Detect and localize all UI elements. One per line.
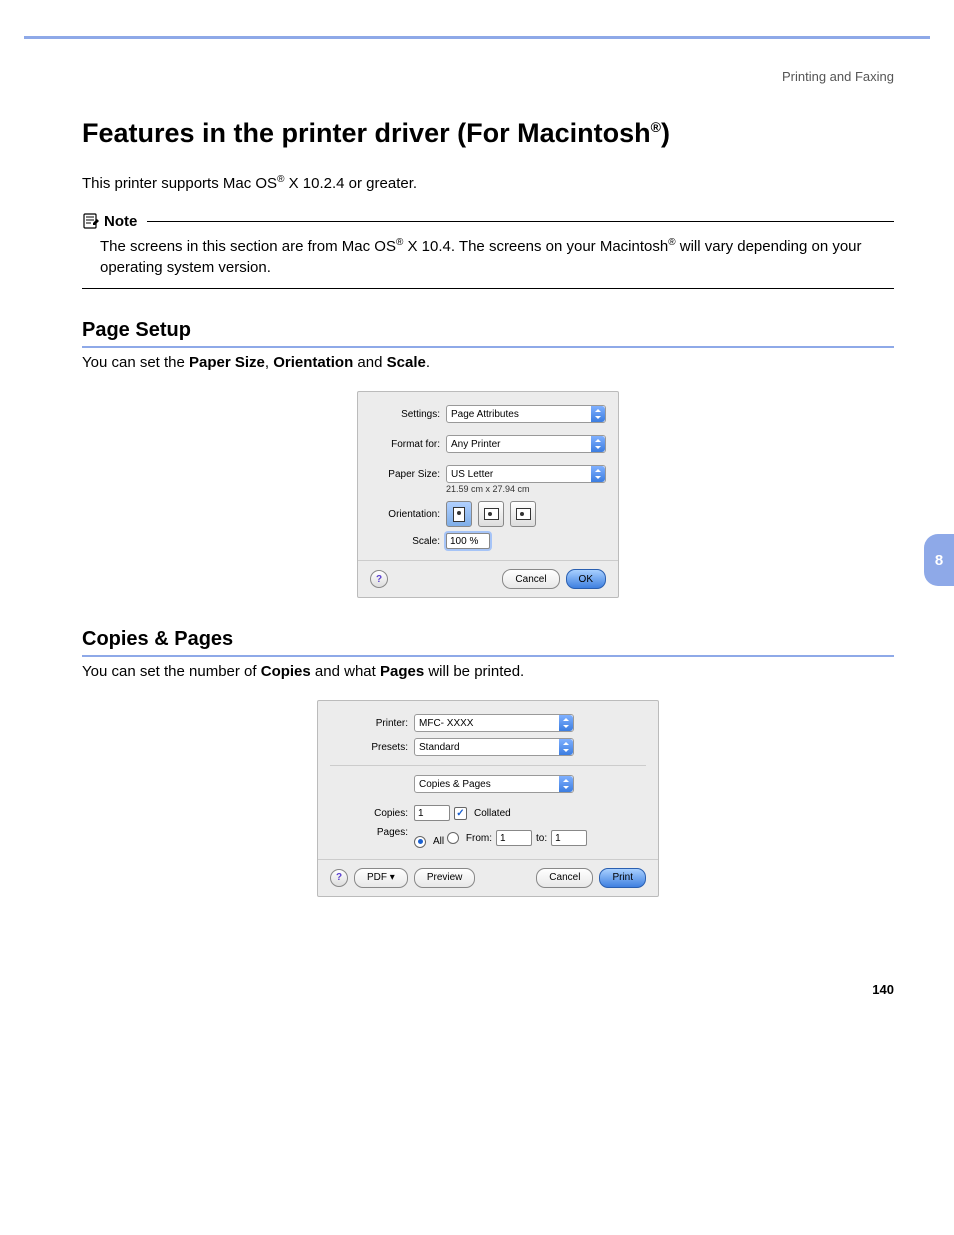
pages-all-option[interactable]: All [414, 836, 444, 848]
s2-sep1: and what [311, 663, 380, 680]
pages-range-radio[interactable] [447, 832, 459, 844]
pages-to-input[interactable]: 1 [551, 830, 587, 846]
help-button[interactable]: ? [370, 570, 388, 588]
s2-b2: Pages [380, 663, 424, 680]
pages-to-label: to: [536, 833, 547, 844]
s2-suf: will be printed. [424, 663, 524, 680]
cancel-button[interactable]: Cancel [502, 569, 559, 589]
collated-checkbox[interactable]: ✓ [454, 807, 467, 820]
page-setup-dialog: Settings: Page Attributes Format for: An… [357, 391, 619, 598]
intro-suf: X 10.2.4 or greater. [284, 175, 417, 192]
page-title: Features in the printer driver (For Maci… [82, 118, 894, 149]
presets-label: Presets: [330, 742, 414, 753]
intro-pre: This printer supports Mac OS [82, 175, 277, 192]
page-header: Printing and Faxing [82, 69, 894, 84]
print-dialog: Printer: MFC- XXXX Presets: Standard Cop… [317, 700, 659, 897]
pdf-menu-button[interactable]: PDF ▾ [354, 868, 408, 888]
s1-sep1: , [265, 354, 273, 371]
print-button[interactable]: Print [599, 868, 646, 888]
settings-value: Page Attributes [451, 409, 519, 420]
note-block: Note The screens in this section are fro… [82, 212, 894, 289]
pages-label: Pages: [330, 827, 414, 838]
s1-pre: You can set the [82, 354, 189, 371]
paper-dimensions: 21.59 cm x 27.94 cm [358, 484, 618, 494]
pages-all-radio[interactable] [414, 836, 426, 848]
presets-select[interactable]: Standard [414, 738, 574, 756]
s1-b2: Orientation [273, 354, 353, 371]
preview-button[interactable]: Preview [414, 868, 476, 888]
format-for-select[interactable]: Any Printer [446, 435, 606, 453]
page-number: 140 [872, 982, 894, 997]
scale-label: Scale: [370, 536, 446, 547]
pages-range-option[interactable]: From: 1 to: 1 [447, 830, 587, 846]
intro-text: This printer supports Mac OS® X 10.2.4 o… [82, 173, 894, 194]
scale-input[interactable]: 100 % [446, 533, 490, 549]
section-heading-copies-pages: Copies & Pages [82, 628, 894, 657]
chevron-up-down-icon [591, 406, 605, 422]
panel-value: Copies & Pages [419, 779, 491, 790]
printer-label: Printer: [330, 718, 414, 729]
note-heading: Note [82, 212, 894, 230]
s1-b3: Scale [387, 354, 426, 371]
note-icon [82, 212, 100, 230]
landscape-flipped-icon [516, 508, 531, 520]
s2-b1: Copies [261, 663, 311, 680]
help-button[interactable]: ? [330, 869, 348, 887]
presets-value: Standard [419, 742, 460, 753]
orientation-label: Orientation: [370, 509, 446, 520]
printer-value: MFC- XXXX [419, 718, 473, 729]
collated-option[interactable]: ✓ Collated [454, 807, 511, 820]
reg-mark: ® [668, 237, 675, 248]
s1-suf: . [426, 354, 430, 371]
section2-desc: You can set the number of Copies and wha… [82, 661, 894, 682]
settings-select[interactable]: Page Attributes [446, 405, 606, 423]
landscape-icon [484, 508, 499, 520]
paper-size-select[interactable]: US Letter [446, 465, 606, 483]
note-label: Note [104, 213, 137, 230]
printer-select[interactable]: MFC- XXXX [414, 714, 574, 732]
note-mid: X 10.4. The screens on your Macintosh [403, 238, 668, 255]
paper-size-label: Paper Size: [370, 469, 446, 480]
separator [330, 765, 646, 766]
s1-b1: Paper Size [189, 354, 265, 371]
s1-sep2: and [353, 354, 386, 371]
chevron-up-down-icon [591, 436, 605, 452]
copies-input[interactable]: 1 [414, 805, 450, 821]
title-text: Features in the printer driver (For Maci… [82, 118, 651, 148]
orientation-landscape-flipped-button[interactable] [510, 501, 536, 527]
settings-label: Settings: [370, 409, 446, 420]
chevron-up-down-icon [559, 739, 573, 755]
paper-size-value: US Letter [451, 469, 493, 480]
section1-desc: You can set the Paper Size, Orientation … [82, 352, 894, 373]
section-heading-page-setup: Page Setup [82, 319, 894, 348]
pages-from-input[interactable]: 1 [496, 830, 532, 846]
orientation-portrait-button[interactable] [446, 501, 472, 527]
panel-select[interactable]: Copies & Pages [414, 775, 574, 793]
chevron-up-down-icon [559, 776, 573, 792]
format-for-value: Any Printer [451, 439, 500, 450]
pages-all-label: All [433, 836, 444, 847]
portrait-icon [453, 507, 465, 522]
top-rule [24, 0, 930, 39]
pages-from-label: From: [466, 833, 492, 844]
title-suffix: ) [661, 118, 670, 148]
copies-label: Copies: [330, 808, 414, 819]
note-body: The screens in this section are from Mac… [82, 230, 894, 289]
ok-button[interactable]: OK [566, 569, 606, 589]
s2-pre: You can set the number of [82, 663, 261, 680]
format-for-label: Format for: [370, 439, 446, 450]
reg-mark: ® [651, 119, 661, 135]
collated-label: Collated [474, 808, 511, 819]
chevron-up-down-icon [591, 466, 605, 482]
chevron-up-down-icon [559, 715, 573, 731]
orientation-landscape-button[interactable] [478, 501, 504, 527]
note-pre: The screens in this section are from Mac… [100, 238, 396, 255]
cancel-button[interactable]: Cancel [536, 868, 593, 888]
